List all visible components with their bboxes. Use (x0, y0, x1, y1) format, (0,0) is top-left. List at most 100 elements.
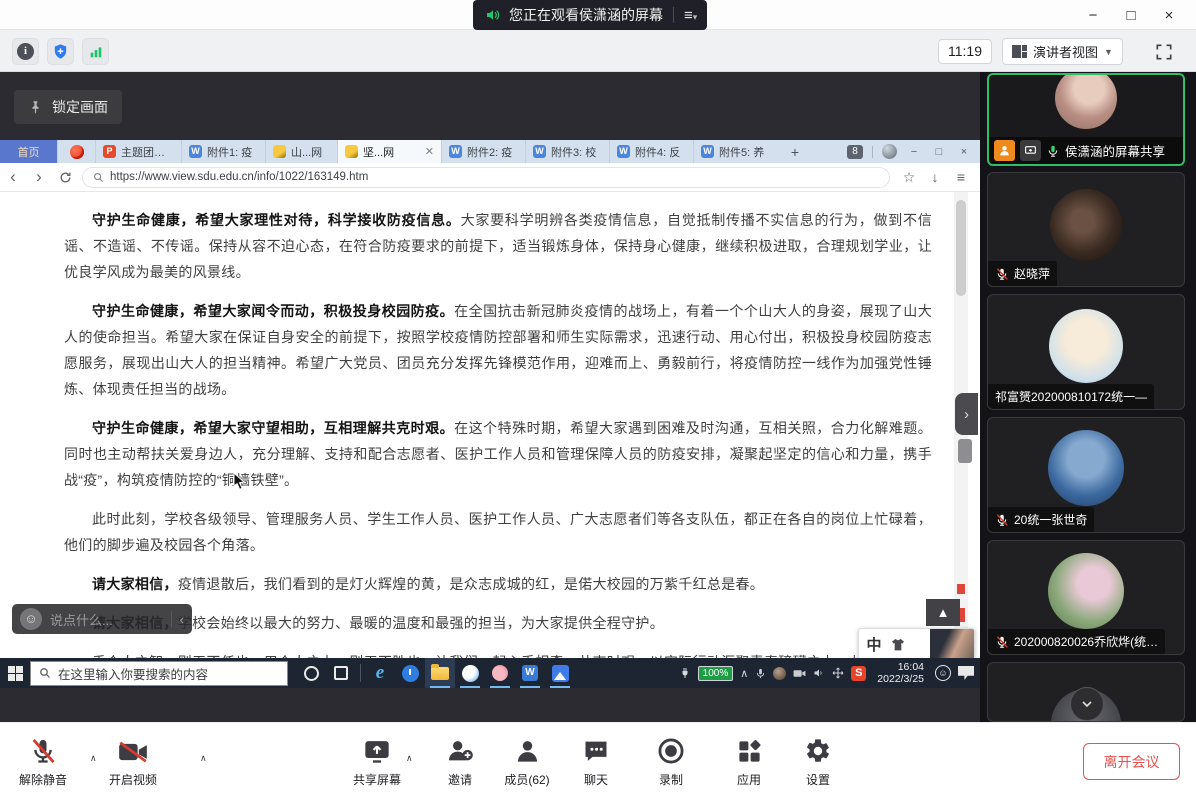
scroll-grip[interactable] (958, 439, 972, 463)
scrollbar-thumb[interactable] (956, 200, 966, 296)
task-view-button[interactable] (326, 658, 356, 688)
banner-menu-button[interactable]: ≡▾ (684, 8, 697, 23)
browser-restore-button[interactable]: □ (931, 146, 947, 158)
shield-plus-icon (52, 43, 69, 60)
video-options-caret[interactable]: ∧ (200, 753, 207, 764)
mini-player-widget[interactable]: 中 (858, 628, 975, 661)
browser-profile-avatar[interactable] (882, 144, 897, 159)
tab-browser-logo[interactable] (58, 140, 96, 163)
participant-tile[interactable]: 202000820026乔欣烨(统… (987, 540, 1185, 655)
battery-indicator[interactable]: 100% (698, 666, 734, 681)
browser-minimize-button[interactable]: − (906, 146, 922, 158)
back-button[interactable]: ‹ (0, 167, 26, 187)
taskbar-wps[interactable]: W (515, 658, 545, 688)
taskbar-meeting-app[interactable] (545, 658, 575, 688)
taskbar-ie[interactable]: e (365, 658, 395, 688)
tray-move-icon[interactable] (832, 667, 844, 679)
network-quality-button[interactable] (82, 38, 109, 65)
separator (872, 146, 873, 158)
banner-divider (673, 7, 674, 23)
taskbar-contacts-app[interactable] (485, 658, 515, 688)
share-options-caret[interactable]: ∧ (406, 753, 413, 764)
wps-icon: W (522, 665, 538, 681)
download-icon[interactable]: ↓ (924, 169, 946, 185)
leave-meeting-button[interactable]: 离开会议 (1083, 743, 1180, 780)
tray-camera-icon[interactable] (793, 668, 806, 679)
scroll-participants-down-button[interactable] (1070, 687, 1104, 721)
apps-label: 应用 (714, 771, 784, 788)
fullscreen-button[interactable] (1150, 38, 1177, 65)
participant-tile-sharer[interactable]: 侯潇涵的屏幕共享 (987, 73, 1185, 166)
translate-icon[interactable]: 中 (859, 634, 889, 655)
site-logo-icon (273, 145, 286, 158)
apps-button[interactable]: 应用 (714, 733, 784, 788)
browser-menu-icon[interactable]: ≡ (950, 169, 972, 185)
maximize-button[interactable]: □ (1112, 7, 1150, 24)
invite-button[interactable]: 邀请 (425, 733, 495, 788)
tab-attachment-4[interactable]: W附件4: 反 (610, 140, 694, 163)
action-center-icon[interactable] (958, 666, 974, 680)
shirt-icon[interactable] (889, 637, 907, 653)
tray-mic-icon[interactable] (755, 668, 766, 679)
search-placeholder: 在这里输入你要搜索的内容 (58, 664, 208, 683)
chat-quick-input[interactable]: ☺ 说点什么... ‹ (12, 604, 192, 634)
cortana-button[interactable] (296, 658, 326, 688)
bookmark-star-icon[interactable]: ☆ (898, 169, 920, 186)
lock-view-button[interactable]: 锁定画面 (14, 90, 122, 124)
avatar (1055, 73, 1117, 129)
tab-document[interactable]: P主题团日活… (96, 140, 182, 163)
participant-tile[interactable]: 赵晓萍 (987, 172, 1185, 287)
tab-active[interactable]: 坚...网✕ (338, 140, 442, 163)
participant-tile[interactable]: 20统一张世奇 (987, 417, 1185, 533)
unmute-button[interactable]: 解除静音 (8, 733, 78, 788)
url-text: https://www.view.sdu.edu.cn/info/1022/16… (110, 171, 368, 183)
new-tab-button[interactable]: + (778, 140, 812, 163)
search-icon (93, 172, 104, 183)
taskbar-search[interactable]: 在这里输入你要搜索的内容 (30, 661, 288, 686)
record-button[interactable]: 录制 (636, 733, 706, 788)
participant-tile[interactable]: 祁富赟202000810172统一— (987, 294, 1185, 410)
tray-expand-icon[interactable]: ∧ (740, 667, 748, 680)
forward-button[interactable]: › (26, 167, 52, 187)
taskbar-qq-browser[interactable] (455, 658, 485, 688)
tab-home[interactable]: 首页 (0, 140, 58, 163)
collapse-chat-icon[interactable]: ‹ (180, 612, 184, 627)
start-video-button[interactable]: 开启视频 (98, 733, 168, 788)
emoji-icon[interactable]: ☺ (20, 608, 42, 630)
taskbar-clock-app[interactable] (395, 658, 425, 688)
security-button[interactable] (47, 38, 74, 65)
tab-sdu-site[interactable]: 山...网 (266, 140, 338, 163)
members-button[interactable]: 成员(62) (492, 733, 562, 788)
view-mode-button[interactable]: 演讲者视图 ▼ (1002, 38, 1123, 65)
tab-attachment-5[interactable]: W附件5: 养 (694, 140, 778, 163)
avatar (1048, 553, 1124, 629)
refresh-button[interactable] (52, 171, 78, 184)
record-label: 录制 (636, 771, 706, 788)
back-to-top-button[interactable]: ▲ (926, 599, 960, 626)
minimize-button[interactable]: − (1074, 7, 1112, 24)
tab-attachment-1[interactable]: W附件1: 疫 (182, 140, 266, 163)
settings-button[interactable]: 设置 (783, 733, 853, 788)
chat-button[interactable]: 聊天 (561, 733, 631, 788)
browser-close-button[interactable]: × (956, 146, 972, 158)
mic-options-caret[interactable]: ∧ (90, 753, 97, 764)
view-mode-label: 演讲者视图 (1033, 42, 1098, 61)
start-button[interactable] (0, 666, 30, 681)
sticky-note-icon[interactable]: ☺ (935, 665, 951, 681)
taskbar-explorer[interactable] (425, 658, 455, 688)
tab-attachment-2[interactable]: W附件2: 疫 (442, 140, 526, 163)
share-screen-button[interactable]: 共享屏幕 (342, 733, 412, 788)
tray-avatar-icon[interactable] (773, 667, 786, 680)
close-button[interactable]: × (1150, 7, 1188, 24)
tab-attachment-3[interactable]: W附件3: 校 (526, 140, 610, 163)
url-field[interactable]: https://www.view.sdu.edu.cn/info/1022/16… (82, 167, 890, 188)
meeting-info-button[interactable]: i (12, 38, 39, 65)
video-thumbnail[interactable] (930, 629, 974, 660)
sidebar-collapse-handle[interactable]: › (955, 393, 978, 435)
tab-close-icon[interactable]: ✕ (425, 145, 434, 158)
tray-speaker-icon[interactable] (813, 667, 825, 679)
sogou-input-icon[interactable]: S (851, 666, 866, 681)
taskbar-clock[interactable]: 16:04 2022/3/25 (873, 661, 928, 685)
tab-count-badge[interactable]: 8 (847, 145, 863, 159)
participant-name: 赵晓萍 (1014, 265, 1050, 282)
